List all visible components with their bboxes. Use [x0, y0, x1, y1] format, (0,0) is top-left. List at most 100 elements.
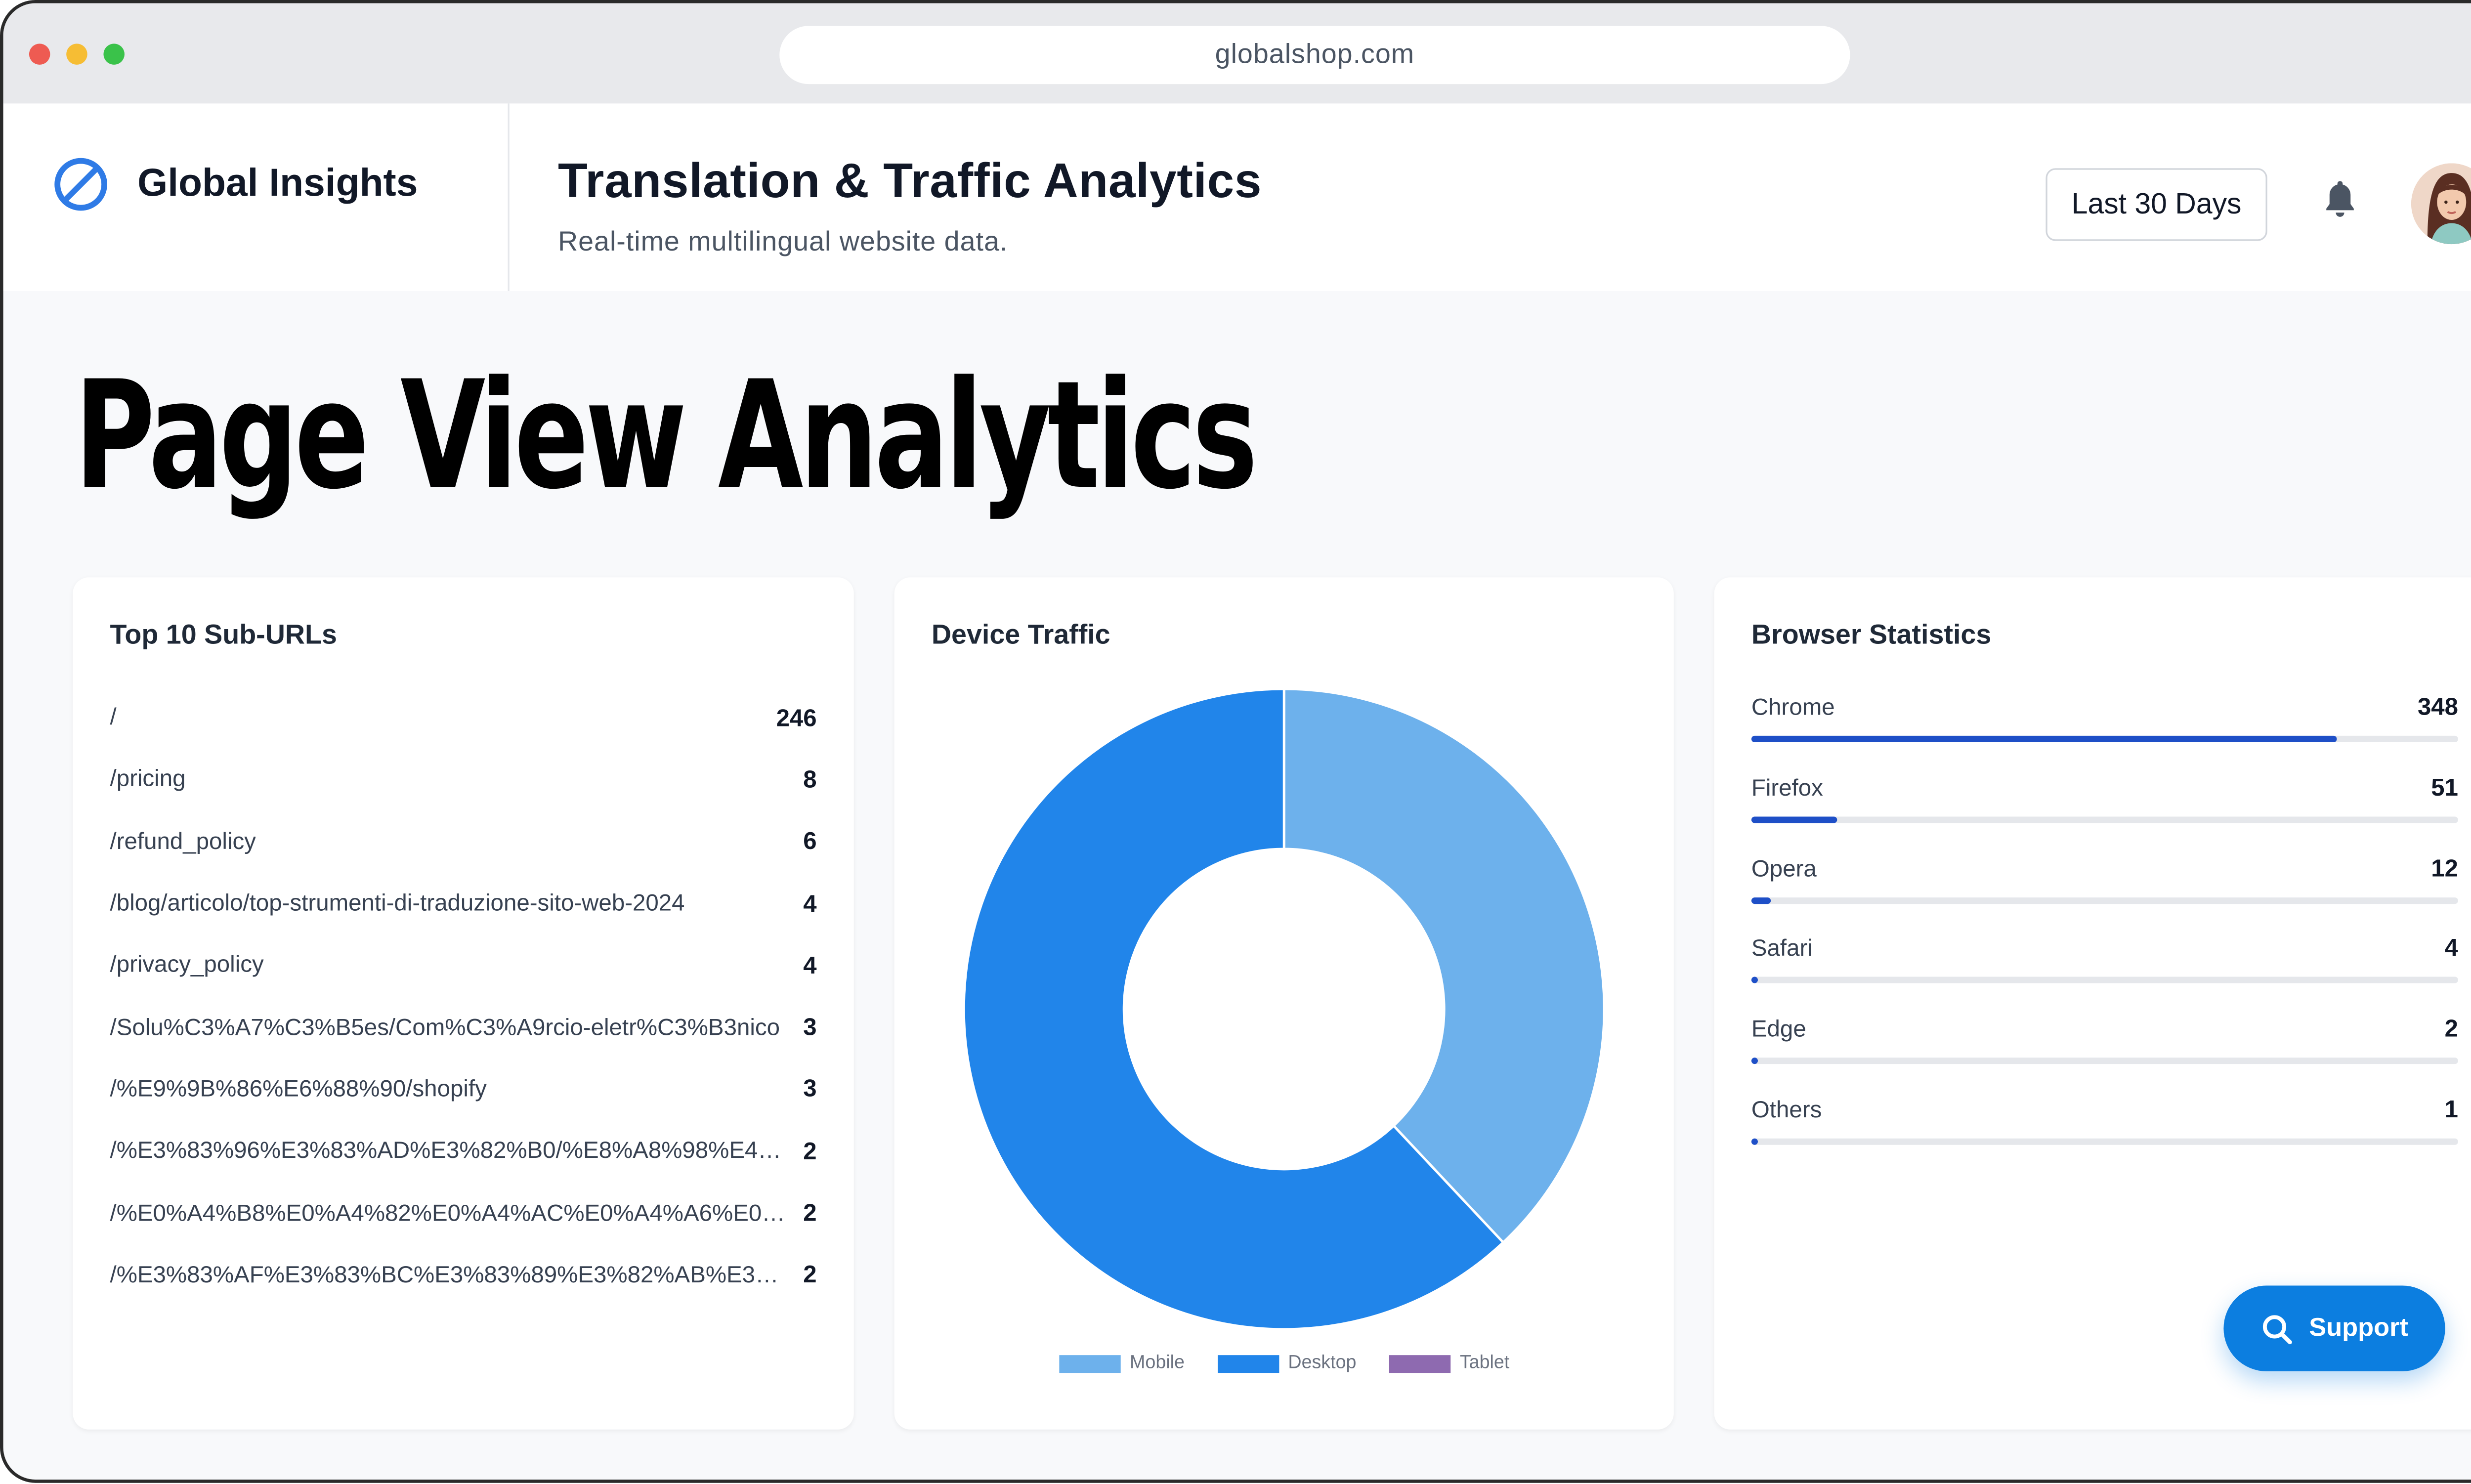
url-path: /%E3%83%96%E3%83%AD%E3%82%B0/%E8%A8%98%E…: [110, 1139, 789, 1165]
minimize-window-button[interactable]: [66, 43, 87, 65]
circle-slash-icon: [54, 158, 107, 211]
legend-item-desktop[interactable]: Desktop: [1217, 1354, 1356, 1373]
url-row[interactable]: /privacy_policy 4: [110, 935, 817, 997]
browser-bar-track: [1751, 735, 2458, 742]
browser-bar-fill: [1751, 977, 1758, 984]
url-path: /blog/articolo/top-strumenti-di-traduzio…: [110, 891, 685, 917]
top-urls-list: / 246/pricing 8/refund_policy 6/blog/artico…: [110, 687, 817, 1307]
device-traffic-donut-chart: [962, 687, 1606, 1331]
page-subtitle: Real-time multilingual website data.: [557, 226, 1008, 257]
browser-name: Others: [1751, 1098, 1822, 1124]
url-view-count: 2: [803, 1138, 817, 1166]
top-urls-card: Top 10 Sub-URLs /246/pricing 8/refund_pol…: [73, 577, 854, 1430]
legend-label: Mobile: [1130, 1353, 1185, 1373]
browser-name: Edge: [1751, 1017, 1806, 1044]
legend-label: Tablet: [1459, 1353, 1510, 1373]
browser-bar-fill: [1751, 735, 2337, 742]
browser-row: Firefox 51: [1751, 768, 2458, 848]
url-view-count: 6: [803, 828, 817, 856]
browser-row: Opera 12: [1751, 848, 2458, 929]
url-view-count: 2: [803, 1262, 817, 1290]
url-path: /Solu%C3%A7%C3%B5es/Com%C3%A9rcio-eletr%…: [110, 1015, 780, 1041]
legend-label: Desktop: [1288, 1353, 1357, 1373]
url-row[interactable]: /Solu%C3%A7%C3%B5es/Com%C3%A9rcio-eletr%…: [110, 997, 817, 1059]
browser-row: Chrome 348: [1751, 687, 2458, 768]
page-heading: Translation & Traffic Analytics Real-tim…: [558, 155, 1262, 258]
legend-swatch: [1217, 1354, 1278, 1372]
url-view-count: 8: [803, 766, 817, 794]
legend-swatch: [1059, 1354, 1120, 1372]
browser-name: Safari: [1751, 936, 1813, 963]
browser-bar-fill: [1751, 896, 1772, 903]
header-divider: [508, 103, 510, 292]
address-bar[interactable]: globalshop.com: [779, 26, 1850, 85]
brand-name: Global Insights: [137, 162, 418, 206]
browser-bar-fill: [1751, 1058, 1758, 1064]
url-row[interactable]: /pricing 8: [110, 749, 817, 811]
browser-window: globalshop.com Global Insights Translati…: [0, 0, 2471, 1483]
chart-legend: Mobile Desktop Tablet: [895, 1354, 1674, 1373]
url-path: /pricing: [110, 767, 186, 793]
brand[interactable]: Global Insights: [52, 155, 418, 213]
url-path: /%E9%9B%86%E6%88%90/shopify: [110, 1077, 487, 1103]
browser-bar-track: [1751, 977, 2458, 984]
browser-name: Chrome: [1751, 695, 1835, 721]
donut-slice-mobile[interactable]: [1282, 687, 1606, 1244]
app-header: Global Insights Translation & Traffic An…: [3, 103, 2471, 292]
browser-count: 348: [2417, 693, 2458, 721]
browser-stats-list: Chrome 348 Firefox 51 Opera 12 Safari 4 Edge 2 Oth…: [1751, 687, 2458, 1171]
url-row[interactable]: /blog/articolo/top-strumenti-di-traduzio…: [110, 873, 817, 935]
browser-count: 4: [2444, 935, 2458, 963]
browser-count: 1: [2444, 1096, 2458, 1124]
url-view-count: 246: [776, 704, 817, 732]
hero-title: Page View Analytics: [74, 349, 1258, 522]
url-path: /%E3%83%AF%E3%83%BC%E3%83%89%E3%82%AB%E3…: [110, 1263, 789, 1289]
device-traffic-title: Device Traffic: [931, 619, 1110, 650]
page-title: Translation & Traffic Analytics: [557, 155, 1262, 209]
legend-item-mobile[interactable]: Mobile: [1059, 1354, 1185, 1373]
browser-count: 12: [2431, 854, 2458, 883]
browser-bar-track: [1751, 816, 2458, 823]
bell-icon[interactable]: [2321, 178, 2360, 220]
browser-bar-track: [1751, 896, 2458, 903]
browser-bar-track: [1751, 1058, 2458, 1064]
search-icon: [2262, 1314, 2292, 1344]
device-traffic-card: Device Traffic Mobile Desktop Tablet: [894, 577, 1674, 1430]
url-path: /: [110, 705, 117, 731]
url-view-count: 2: [803, 1200, 817, 1228]
url-view-count: 3: [803, 1076, 817, 1104]
url-row[interactable]: /%E3%83%AF%E3%83%BC%E3%83%89%E3%82%AB%E3…: [110, 1245, 817, 1307]
url-path: /%E0%A4%B8%E0%A4%82%E0%A4%AC%E0%A4%A6%E0…: [110, 1200, 789, 1227]
url-view-count: 3: [803, 1014, 817, 1042]
browser-stats-title: Browser Statistics: [1751, 619, 1992, 650]
browser-bar-fill: [1751, 1138, 1758, 1145]
url-row[interactable]: /%E0%A4%B8%E0%A4%82%E0%A4%AC%E0%A4%A6%E0…: [110, 1183, 817, 1244]
support-label: Support: [2309, 1314, 2408, 1342]
top-urls-title: Top 10 Sub-URLs: [110, 619, 338, 650]
browser-name: Firefox: [1751, 776, 1823, 802]
address-bar-url: globalshop.com: [1215, 39, 1415, 70]
user-portrait-icon: [2411, 163, 2471, 245]
browser-count: 51: [2431, 774, 2458, 802]
url-row[interactable]: /refund_policy 6: [110, 811, 817, 873]
url-row[interactable]: / 246: [110, 687, 817, 749]
date-range-select[interactable]: Last 30 Days: [2045, 168, 2267, 241]
browser-bar-fill: [1751, 816, 1837, 823]
legend-item-tablet[interactable]: Tablet: [1388, 1353, 1510, 1373]
legend-swatch: [1388, 1354, 1450, 1372]
url-view-count: 4: [803, 890, 817, 918]
support-button[interactable]: Support: [2223, 1285, 2445, 1371]
close-window-button[interactable]: [29, 43, 50, 65]
browser-row: Safari 4: [1751, 929, 2458, 1010]
url-path: /refund_policy: [110, 829, 256, 855]
browser-count: 2: [2444, 1016, 2458, 1044]
browser-titlebar: globalshop.com: [3, 3, 2471, 104]
browser-row: Others 1: [1751, 1090, 2458, 1170]
url-view-count: 4: [803, 952, 817, 980]
maximize-window-button[interactable]: [103, 43, 125, 65]
browser-row: Edge 2: [1751, 1010, 2458, 1090]
avatar[interactable]: [2411, 163, 2471, 245]
url-row[interactable]: /%E9%9B%86%E6%88%90/shopify 3: [110, 1059, 817, 1121]
url-row[interactable]: /%E3%83%96%E3%83%AD%E3%82%B0/%E8%A8%98%E…: [110, 1121, 817, 1183]
date-range-label: Last 30 Days: [2071, 187, 2242, 220]
